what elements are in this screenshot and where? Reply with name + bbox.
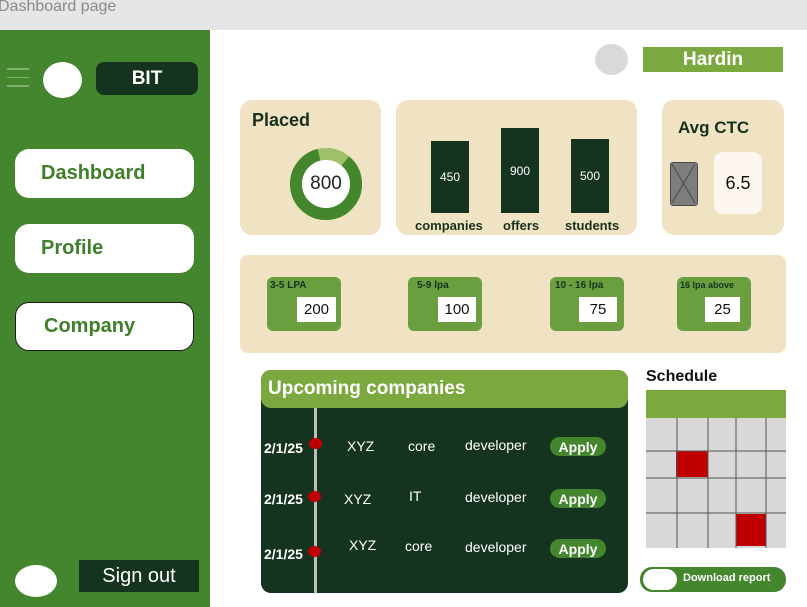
schedule-busy-cell (736, 514, 766, 546)
sign-out-button[interactable]: Sign out (79, 560, 199, 592)
range-value: 25 (705, 297, 740, 322)
range-label: 5-9 lpa (417, 280, 449, 291)
user-name-badge[interactable]: Hardin (643, 47, 783, 72)
window-titlebar: Dashboard page (0, 0, 807, 30)
range-card-5-9: 5-9 lpa 100 (408, 277, 482, 331)
toggle-knob[interactable] (643, 569, 677, 590)
range-card-16-above: 16 lpa above 25 (677, 277, 751, 331)
row-type: IT (409, 488, 422, 504)
row-date: 2/1/25 (264, 440, 303, 456)
apply-button[interactable]: Apply (550, 489, 606, 508)
students-label: students (565, 218, 620, 233)
row-role: developer (465, 539, 527, 555)
row-company: XYZ (349, 537, 377, 553)
row-type: core (405, 538, 433, 554)
row-role: developer (465, 437, 527, 453)
range-label: 3-5 LPA (270, 280, 307, 291)
stats-card: 450 900 500 companies offers students (396, 100, 637, 235)
schedule-title: Schedule (646, 368, 718, 385)
nav-dashboard-button[interactable]: Dashboard (15, 149, 194, 198)
timeline-dot (308, 546, 321, 557)
upcoming-companies-panel: Upcoming companies 2/1/25 XYZ core devel… (261, 370, 628, 593)
window-title: Dashboard page (0, 0, 117, 15)
range-card-10-16: 10 - 16 lpa 75 (550, 277, 624, 331)
nav-profile-button[interactable]: Profile (15, 224, 194, 273)
timeline-dot (309, 438, 322, 449)
avg-ctc-value: 6.5 (714, 152, 762, 214)
download-report-label: Download report (683, 572, 771, 584)
signout-avatar (15, 565, 57, 597)
companies-bar: 450 (431, 141, 469, 213)
range-value: 75 (579, 297, 617, 322)
avg-ctc-title: Avg CTC (678, 118, 750, 137)
upcoming-companies-title: Upcoming companies (261, 370, 628, 408)
range-label: 16 lpa above (680, 280, 735, 290)
download-report-toggle[interactable]: Download report (640, 567, 786, 592)
range-card-3-5: 3-5 LPA 200 (267, 277, 341, 331)
image-placeholder-icon (670, 162, 698, 206)
row-role: developer (465, 489, 527, 505)
ctc-ranges-card: 3-5 LPA 200 5-9 lpa 100 10 - 16 lpa 75 1… (240, 255, 786, 353)
students-bar: 500 (571, 139, 609, 213)
user-avatar[interactable] (595, 44, 628, 75)
placed-title: Placed (252, 110, 311, 130)
row-date: 2/1/25 (264, 491, 303, 507)
nav-company-button[interactable]: Company (15, 302, 194, 351)
schedule-busy-cell (676, 451, 708, 477)
apply-button[interactable]: Apply (550, 437, 606, 456)
row-date: 2/1/25 (264, 546, 303, 562)
row-type: core (408, 438, 436, 454)
offers-bar: 900 (501, 128, 539, 213)
schedule-calendar[interactable] (646, 390, 786, 548)
range-value: 200 (297, 297, 336, 322)
brand-badge: BIT (96, 62, 198, 95)
offers-label: offers (503, 218, 540, 233)
placed-card: Placed 800 (240, 100, 381, 235)
row-company: XYZ (347, 438, 375, 454)
range-label: 10 - 16 lpa (555, 280, 604, 291)
logo-avatar (43, 62, 82, 98)
companies-label: companies (415, 218, 483, 233)
timeline-dot (308, 491, 321, 502)
range-value: 100 (438, 297, 476, 322)
avg-ctc-card: Avg CTC 6.5 (662, 100, 784, 235)
row-company: XYZ (344, 491, 372, 507)
menu-icon[interactable] (7, 68, 29, 90)
apply-button[interactable]: Apply (550, 539, 606, 558)
placed-value: 800 (310, 173, 342, 194)
